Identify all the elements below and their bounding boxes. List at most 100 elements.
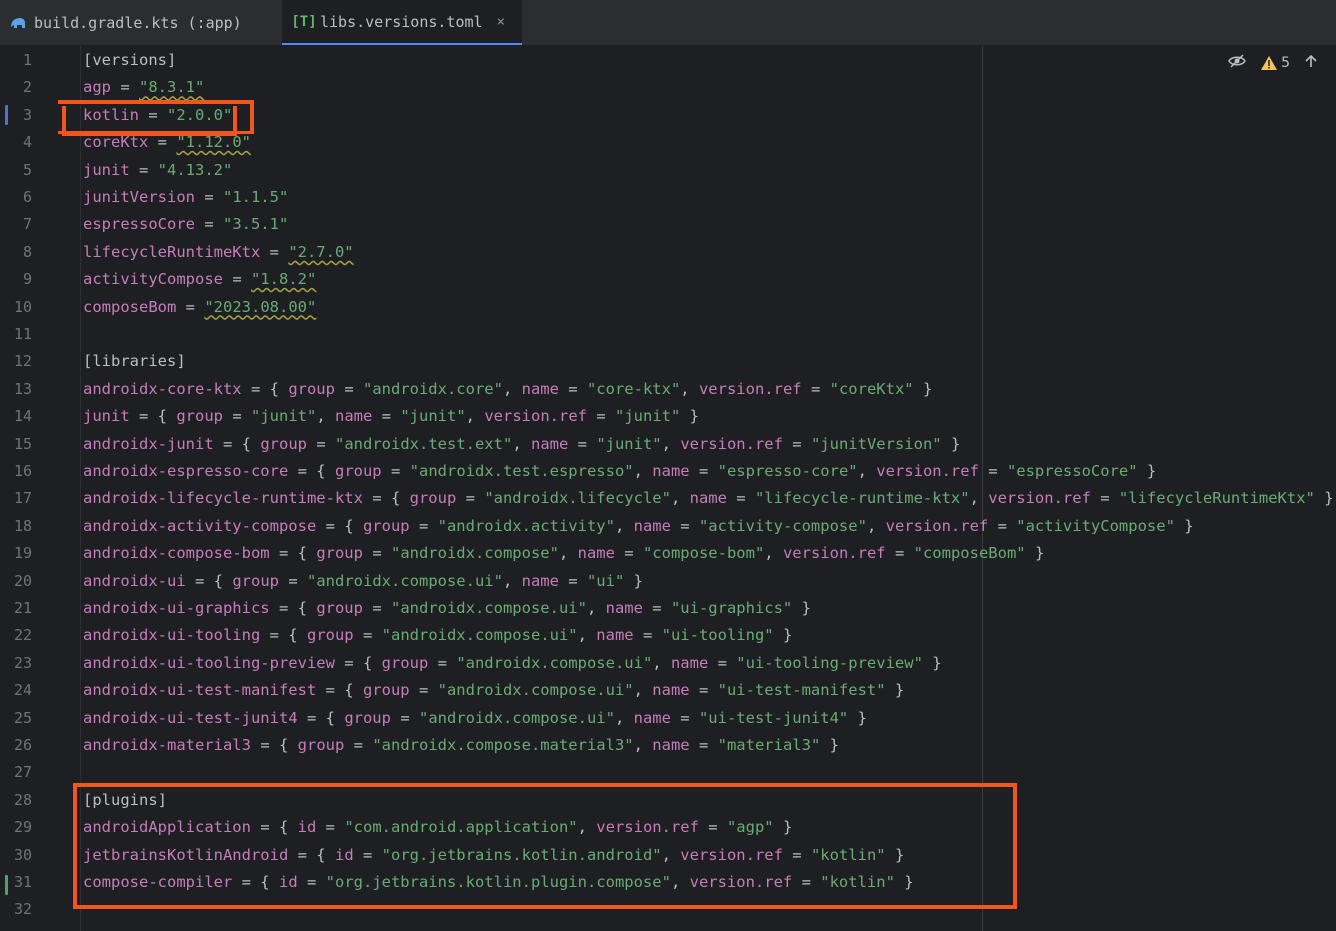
punctuation-token: = { — [316, 681, 363, 700]
code-line[interactable]: [versions] — [83, 47, 176, 74]
warning-counter[interactable]: 5 — [1260, 55, 1290, 71]
key-token: androidx-ui-tooling-preview — [83, 653, 335, 672]
section-header: [versions] — [83, 51, 177, 69]
code-line[interactable]: agp = "8.3.1" — [83, 74, 204, 101]
key-token: name — [633, 708, 671, 727]
key-token: group — [362, 516, 410, 535]
punctuation-token: = — [111, 78, 139, 97]
string-token: "junit" — [596, 434, 662, 453]
punctuation-token: = — [390, 708, 419, 727]
punctuation-token: , — [577, 626, 597, 645]
punctuation-token: } — [792, 599, 811, 617]
key-token: version.ref — [988, 489, 1091, 508]
editor-tab-bar: build.gradle.kts (:app) [T] libs.version… — [0, 0, 1336, 46]
punctuation-token: = { — [297, 708, 345, 727]
key-token: androidx-ui-tooling — [83, 626, 261, 645]
string-token: "ui" — [586, 571, 625, 590]
punctuation-token: = — [587, 407, 615, 426]
key-token: composeBom — [83, 297, 177, 316]
punctuation-token: = — [381, 462, 410, 480]
tab-libs-versions[interactable]: [T] libs.versions.toml × — [282, 0, 522, 45]
string-token: "4.13.2" — [157, 160, 233, 179]
modified-line-marker — [5, 105, 8, 125]
warning-count: 5 — [1281, 55, 1290, 71]
string-token: "androidx.compose.ui" — [418, 708, 615, 727]
punctuation-token: , — [512, 434, 531, 453]
code-line[interactable]: androidx-ui-graphics = { group = "androi… — [83, 595, 811, 622]
code-line[interactable]: junitVersion = "1.1.5" — [83, 184, 288, 211]
code-line[interactable]: androidx-espresso-core = { group = "andr… — [83, 458, 1156, 485]
punctuation-token: , — [652, 653, 671, 672]
code-line[interactable]: androidx-material3 = { group = "androidx… — [83, 732, 839, 759]
code-line[interactable]: androidx-ui-tooling-preview = { group = … — [83, 650, 942, 677]
string-token: "compose-bom" — [642, 544, 765, 563]
punctuation-token: , — [633, 736, 653, 754]
code-line[interactable]: lifecycleRuntimeKtx = "2.7.0" — [83, 239, 354, 266]
line-number: 20 — [13, 571, 32, 590]
warning-triangle-icon — [1261, 56, 1278, 70]
inspection-widget[interactable]: 5 — [1228, 54, 1318, 72]
line-number: 24 — [13, 681, 32, 700]
code-line[interactable]: junit = { group = "junit", name = "junit… — [83, 403, 699, 430]
key-token: androidx-junit — [83, 434, 214, 453]
tab-label: libs.versions.toml — [320, 12, 483, 31]
line-number: 32 — [13, 900, 32, 919]
code-line[interactable]: androidx-junit = { group = "androidx.tes… — [83, 431, 960, 458]
key-token: junitVersion — [83, 188, 195, 206]
line-number: 13 — [13, 379, 32, 398]
string-token-warning: "8.3.1" — [139, 78, 205, 97]
code-line[interactable]: androidx-core-ktx = { group = "androidx.… — [83, 376, 932, 403]
string-token: "androidx.compose.material3" — [372, 736, 634, 754]
punctuation-token: = { — [213, 434, 261, 453]
arrow-up-icon[interactable] — [1304, 54, 1318, 72]
string-token: "ui-tooling" — [661, 626, 774, 645]
punctuation-token: = — [372, 407, 401, 426]
close-icon[interactable]: × — [497, 14, 505, 30]
punctuation-token: = { — [260, 626, 307, 645]
line-number: 6 — [22, 188, 32, 206]
punctuation-token: = — [670, 516, 699, 535]
punctuation-token: } — [1025, 544, 1045, 563]
code-line[interactable]: [libraries] — [83, 348, 186, 375]
code-line[interactable]: androidx-ui-test-manifest = { group = "a… — [83, 677, 904, 704]
punctuation-token: = — [708, 653, 737, 672]
string-token: "androidx.compose" — [390, 544, 559, 563]
punctuation-token: = { — [129, 407, 177, 426]
key-token: name — [335, 407, 373, 426]
punctuation-token: , — [633, 462, 653, 480]
code-line[interactable]: composeBom = "2023.08.00" — [83, 294, 316, 321]
hidden-eye-icon[interactable] — [1228, 54, 1246, 72]
code-line[interactable]: androidx-ui = { group = "androidx.compos… — [83, 568, 643, 595]
punctuation-token: = — [689, 462, 718, 480]
line-number: 2 — [22, 78, 32, 97]
string-token: "androidx.compose.ui" — [390, 599, 587, 617]
tab-build-gradle[interactable]: build.gradle.kts (:app) — [8, 0, 278, 45]
code-line[interactable]: activityCompose = "1.8.2" — [83, 266, 316, 293]
code-line[interactable]: androidx-ui-tooling = { group = "android… — [83, 622, 792, 649]
code-line[interactable]: espressoCore = "3.5.1" — [83, 211, 288, 238]
line-number: 30 — [13, 845, 32, 864]
punctuation-token: = — [362, 544, 391, 563]
string-token: "material3" — [717, 736, 821, 754]
code-line[interactable]: androidx-compose-bom = { group = "androi… — [83, 540, 1044, 567]
punctuation-token: = { — [185, 571, 233, 590]
punctuation-token: = — [978, 462, 1007, 480]
line-number: 7 — [22, 215, 32, 234]
string-token: "junit" — [615, 407, 681, 426]
string-token: "3.5.1" — [222, 215, 289, 234]
punctuation-token: , — [857, 462, 877, 480]
code-line[interactable]: androidx-activity-compose = { group = "a… — [83, 513, 1194, 540]
punctuation-token: , — [680, 379, 699, 398]
line-number: 4 — [22, 133, 32, 152]
key-token: androidx-ui — [83, 571, 186, 590]
code-line[interactable]: junit = "4.13.2" — [83, 157, 232, 184]
punctuation-token: } — [773, 626, 793, 645]
line-number: 23 — [13, 653, 32, 672]
key-token: junit — [83, 407, 130, 426]
code-line[interactable]: androidx-ui-test-junit4 = { group = "and… — [83, 705, 867, 732]
string-token: "activity-compose" — [698, 516, 867, 535]
punctuation-token: } — [913, 379, 933, 398]
code-editor[interactable]: 1 2 3 4 5 6 7 8 9 10 11 12 13 14 15 16 17 18 19 20 21 22 23 24 2… — [0, 46, 1336, 931]
punctuation-token: , — [661, 434, 681, 453]
code-line[interactable]: androidx-lifecycle-runtime-ktx = { group… — [83, 485, 1334, 512]
